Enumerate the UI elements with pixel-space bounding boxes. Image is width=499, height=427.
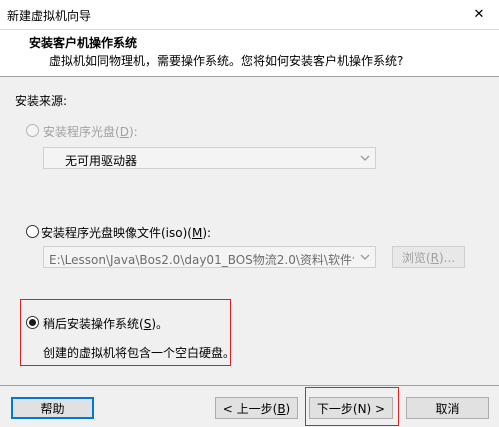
close-button[interactable]: ✕	[459, 0, 499, 29]
cancel-button-label: 取消	[435, 401, 460, 416]
close-icon: ✕	[473, 7, 485, 22]
page-title: 安装客户机操作系统	[29, 36, 138, 50]
back-button-label: < 上一步(B)	[222, 401, 291, 416]
later-radio[interactable]	[26, 316, 39, 329]
later-option-label: 稍后安装操作系统(S)。	[43, 317, 168, 331]
iso-option[interactable]: 安装程序光盘映像文件(iso)(M):	[26, 224, 246, 240]
drive-dropdown[interactable]: 无可用驱动器	[43, 147, 376, 169]
drive-dropdown-value: 无可用驱动器	[65, 154, 138, 168]
install-source-label: 安装来源:	[15, 94, 68, 108]
disc-option[interactable]: 安装程序光盘(D):	[26, 123, 226, 139]
page-subtitle: 虚拟机如同物理机，需要操作系统。您将如何安装客户机操作系统?	[49, 54, 404, 68]
back-button[interactable]: < 上一步(B)	[215, 397, 298, 419]
browse-button[interactable]: 浏览(R)...	[392, 246, 465, 268]
footer-separator	[0, 385, 499, 386]
next-button-label: 下一步(N) >	[316, 401, 386, 416]
chevron-down-icon	[359, 152, 371, 167]
title-bar: 新建虚拟机向导 ✕	[0, 0, 499, 30]
iso-path-combobox[interactable]: E:\Lesson\Java\Bos2.0\day01_BOS物流2.0\资料\…	[43, 246, 376, 268]
iso-path-value: E:\Lesson\Java\Bos2.0\day01_BOS物流2.0\资料\…	[49, 253, 354, 267]
chevron-down-icon	[359, 251, 371, 266]
iso-option-label: 安装程序光盘映像文件(iso)(M):	[41, 226, 212, 240]
later-option[interactable]: 稍后安装操作系统(S)。	[26, 315, 226, 331]
help-button[interactable]: 帮助	[11, 397, 94, 419]
later-option-description: 创建的虚拟机将包含一个空白硬盘。	[43, 346, 236, 360]
window-title: 新建虚拟机向导	[7, 9, 92, 23]
browse-button-label: 浏览(R)...	[401, 250, 456, 265]
disc-option-label: 安装程序光盘(D):	[43, 125, 138, 139]
next-button[interactable]: 下一步(N) >	[309, 397, 393, 419]
iso-radio[interactable]	[26, 225, 39, 238]
cancel-button[interactable]: 取消	[406, 397, 489, 419]
disc-radio[interactable]	[26, 124, 39, 137]
help-button-label: 帮助	[40, 401, 65, 416]
wizard-header: 安装客户机操作系统 虚拟机如同物理机，需要操作系统。您将如何安装客户机操作系统?	[0, 30, 499, 77]
